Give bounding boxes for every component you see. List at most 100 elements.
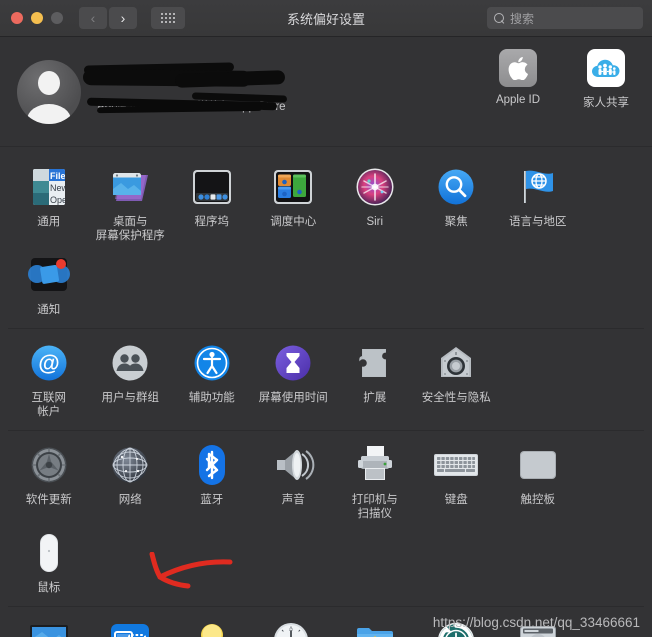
screen-time-icon: [253, 340, 335, 386]
pref-label: 桌面与 屏幕保护程序: [95, 216, 165, 242]
pref-sharing[interactable]: 共享: [334, 613, 416, 637]
back-button[interactable]: ‹: [79, 7, 107, 29]
displays-icon: [8, 618, 90, 637]
pref-label: 打印机与 扫描仪: [351, 494, 398, 520]
pref-label: 蓝牙: [200, 494, 224, 506]
pref-trackpad[interactable]: 触控板: [497, 437, 579, 525]
mission-control-icon: [253, 164, 335, 210]
pref-label: 程序坞: [194, 216, 230, 228]
pref-mission-control[interactable]: 调度中心: [253, 159, 335, 247]
chevron-left-icon: ‹: [90, 10, 96, 26]
pref-energy-saver[interactable]: 节能: [171, 613, 253, 637]
grid-view-icon: [161, 13, 175, 23]
extensions-icon: [334, 340, 416, 386]
traffic-lights: [11, 12, 63, 24]
forward-button[interactable]: ›: [109, 7, 137, 29]
spotlight-icon: [416, 164, 498, 210]
pref-keyboard[interactable]: 键盘: [416, 437, 498, 525]
pref-language-region[interactable]: 语言与地区: [497, 159, 579, 247]
apple-logo-icon: [499, 49, 537, 87]
show-all-button[interactable]: [151, 7, 185, 29]
apple-id-banner[interactable]: meizi Ren Apple ID、iCloud、媒体与 App Store …: [0, 37, 652, 147]
pref-accessibility[interactable]: 辅助功能: [171, 335, 253, 423]
zoom-button-icon[interactable]: [51, 12, 63, 24]
pref-label: 用户与群组: [101, 392, 160, 404]
pref-label: 声音: [281, 494, 305, 506]
pref-label: Apple ID: [495, 94, 541, 106]
search-placeholder: 搜索: [510, 11, 535, 26]
software-update-icon: [8, 442, 90, 488]
apple-logo-glyph: [508, 56, 528, 80]
search-icon: [494, 12, 505, 24]
pref-label: Siri: [366, 216, 384, 228]
internet-accounts-icon: @: [8, 340, 90, 386]
general-icon: File New Ope: [8, 164, 90, 210]
pref-label: 调度中心: [270, 216, 317, 228]
pref-label: 互联网 帐户: [31, 392, 67, 418]
pref-family-sharing[interactable]: 家人共享: [572, 49, 640, 110]
pref-network[interactable]: 网络: [90, 437, 172, 525]
pref-notifications[interactable]: 通知: [8, 247, 90, 321]
pref-internet-accounts[interactable]: @ 互联网 帐户: [8, 335, 90, 423]
system-preferences-window: ‹ › 系统偏好设置 搜索 meizi Ren Apple ID、iCloud、…: [0, 0, 652, 637]
trackpad-icon: [497, 442, 579, 488]
titlebar: ‹ › 系统偏好设置 搜索: [0, 0, 652, 37]
avatar[interactable]: [17, 59, 81, 124]
avatar-head-icon: [38, 70, 60, 95]
pref-siri[interactable]: Siri: [334, 159, 416, 247]
account-shortcuts: Apple ID 家人共享: [484, 49, 640, 110]
language-region-icon: [497, 164, 579, 210]
avatar-body-icon: [27, 103, 71, 124]
pref-mouse[interactable]: 鼠标: [8, 525, 90, 599]
pref-label: 通用: [37, 216, 61, 228]
users-groups-icon: [90, 340, 172, 386]
desktop-screensaver-icon: [90, 164, 172, 210]
pref-printers-scanners[interactable]: 打印机与 扫描仪: [334, 437, 416, 525]
pref-label: 安全性与隐私: [421, 392, 491, 404]
pref-general[interactable]: File New Ope 通用: [8, 159, 90, 247]
pref-bluetooth[interactable]: 蓝牙: [171, 437, 253, 525]
pref-date-time[interactable]: 12 3 JUL 18 日期与时间: [253, 613, 335, 637]
pref-row-3: 软件更新 网络 蓝牙 声音 打印机与 扫描仪 键盘 触控板 鼠标: [8, 437, 644, 607]
pref-label: 辅助功能: [188, 392, 235, 404]
pref-dock[interactable]: 程序坞: [171, 159, 253, 247]
pref-row-2: @ 互联网 帐户 用户与群组 辅助功能 屏幕使用时间 扩展 安全性与隐私: [8, 335, 644, 431]
watermark: https://blog.csdn.net/qq_33466661: [432, 615, 640, 630]
svg-text:Ope: Ope: [50, 195, 67, 205]
account-subtitle: Apple ID、iCloud、媒体与 App Store: [97, 100, 286, 113]
navigation-buttons: ‹ ›: [79, 7, 137, 29]
svg-text:@: @: [38, 351, 59, 376]
network-icon: [90, 442, 172, 488]
pref-sidecar[interactable]: 随航: [90, 613, 172, 637]
account-name: meizi Ren: [97, 69, 175, 89]
pref-label: 家人共享: [583, 97, 629, 109]
pref-displays[interactable]: 显示器: [8, 613, 90, 637]
pref-label: 扩展: [363, 392, 387, 404]
account-text: meizi Ren Apple ID、iCloud、媒体与 App Store: [82, 61, 288, 114]
pref-security-privacy[interactable]: 安全性与隐私: [416, 335, 498, 423]
pref-label: 屏幕使用时间: [258, 392, 328, 404]
pref-label: 网络: [118, 494, 142, 506]
close-button-icon[interactable]: [11, 12, 23, 24]
dock-icon: [171, 164, 253, 210]
minimize-button-icon[interactable]: [31, 12, 43, 24]
pref-extensions[interactable]: 扩展: [334, 335, 416, 423]
pref-spotlight[interactable]: 聚焦: [416, 159, 498, 247]
pref-apple-id[interactable]: Apple ID: [484, 49, 552, 110]
pref-label: 键盘: [444, 494, 468, 506]
pref-screen-time[interactable]: 屏幕使用时间: [253, 335, 335, 423]
mouse-icon: [8, 530, 90, 576]
pref-users-groups[interactable]: 用户与群组: [90, 335, 172, 423]
svg-text:File: File: [50, 171, 66, 181]
pref-row-1: File New Ope 通用 桌面与 屏幕保护程序 程序坞 调度中心 Siri…: [8, 159, 644, 329]
search-field[interactable]: 搜索: [487, 7, 643, 29]
pref-software-update[interactable]: 软件更新: [8, 437, 90, 525]
pref-desktop-screensaver[interactable]: 桌面与 屏幕保护程序: [90, 159, 172, 247]
sound-icon: [253, 442, 335, 488]
printers-scanners-icon: [334, 442, 416, 488]
pref-label: 通知: [37, 304, 61, 316]
svg-text:New: New: [50, 183, 69, 193]
accessibility-icon: [171, 340, 253, 386]
pref-label: 鼠标: [37, 582, 61, 594]
pref-sound[interactable]: 声音: [253, 437, 335, 525]
